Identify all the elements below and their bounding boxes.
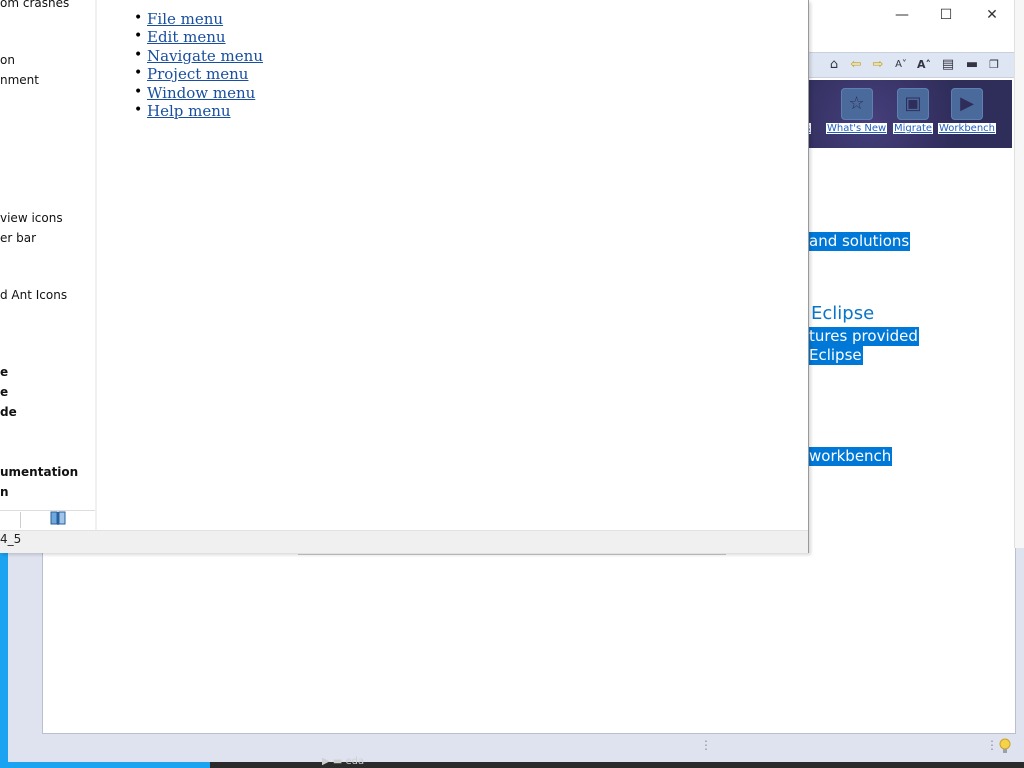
welcome-banner: es ☆ What's New ▣ Migrate ▶ Workbench xyxy=(798,80,1012,148)
toc-item[interactable]: e xyxy=(0,385,8,399)
list-item: Window menu xyxy=(134,84,263,102)
banner-item-workbench[interactable]: ▶ Workbench xyxy=(938,88,996,134)
play-icon: ▶ xyxy=(951,88,983,120)
list-item: File menu xyxy=(134,10,263,28)
toc-item[interactable]: d Ant Icons xyxy=(0,288,67,302)
selected-text-workbench: workbench xyxy=(808,447,893,466)
toc-item[interactable]: er bar xyxy=(0,231,36,245)
workbench-editor-area xyxy=(42,548,1016,734)
minimize-icon[interactable]: — xyxy=(892,6,912,24)
selected-text-eclipse: Eclipse xyxy=(808,346,863,365)
close-icon[interactable]: ✕ xyxy=(982,6,1002,24)
book-icon[interactable] xyxy=(50,511,66,526)
home-icon[interactable]: ⌂ xyxy=(826,57,842,73)
status-text: 4_5 xyxy=(0,532,22,546)
navigate-menu-link[interactable]: Navigate menu xyxy=(147,47,263,65)
toc-item[interactable]: view icons xyxy=(0,211,63,225)
status-bar xyxy=(0,530,808,553)
toc-item[interactable]: e xyxy=(0,365,8,379)
selected-text-features: tures provided xyxy=(808,327,919,346)
toc-item[interactable]: n xyxy=(0,485,9,499)
list-item: Help menu xyxy=(134,102,263,120)
help-window: om crashes on nment view icons er bar d … xyxy=(0,0,809,553)
toggle-toc-icon[interactable]: ▤ xyxy=(940,57,956,73)
editor-strip xyxy=(1014,0,1024,548)
back-icon[interactable]: ⇦ xyxy=(848,57,864,73)
toc-item[interactable]: on xyxy=(0,53,15,67)
status-grip-icon[interactable]: ⋮ xyxy=(986,738,998,758)
toc-item[interactable]: de xyxy=(0,405,17,419)
toc-tab-bar xyxy=(0,510,95,531)
list-item: Edit menu xyxy=(134,28,263,46)
lightbulb-icon[interactable] xyxy=(998,738,1012,756)
list-item: Navigate menu xyxy=(134,47,263,65)
toc-item[interactable]: nment xyxy=(0,73,39,87)
banner-item-migrate[interactable]: ▣ Migrate xyxy=(893,88,934,134)
eclipse-heading: Eclipse xyxy=(811,303,875,324)
menu-link-list: File menu Edit menu Navigate menu Projec… xyxy=(134,10,263,120)
project-menu-link[interactable]: Project menu xyxy=(147,65,248,83)
edit-menu-link[interactable]: Edit menu xyxy=(147,28,226,46)
taskbar-segment xyxy=(0,762,210,768)
suitcase-icon: ▣ xyxy=(897,88,930,120)
star-icon: ☆ xyxy=(840,88,873,120)
tab-separator xyxy=(20,512,21,528)
minimize-view-icon[interactable]: ▬ xyxy=(964,57,980,73)
toc-item[interactable]: om crashes xyxy=(0,0,69,10)
window-menu-link[interactable]: Window menu xyxy=(147,84,255,102)
file-menu-link[interactable]: File menu xyxy=(147,10,223,28)
status-grip-icon[interactable]: ⋮ xyxy=(700,738,712,758)
welcome-toolbar: ⌂ ⇦ ⇨ A˅ A˄ ▤ ▬ ❐ xyxy=(808,52,1014,78)
forward-icon[interactable]: ⇨ xyxy=(870,57,886,73)
taskbar-item-eda[interactable]: ▶ ▬ eda xyxy=(322,756,412,768)
toc-item[interactable]: umentation xyxy=(0,465,78,479)
selected-text-solutions: and solutions xyxy=(808,232,911,251)
banner-item-whats-new[interactable]: ☆ What's New xyxy=(826,88,888,134)
toc-pane: om crashes on nment view icons er bar d … xyxy=(0,0,95,510)
help-menu-link[interactable]: Help menu xyxy=(147,102,231,120)
restore-view-icon[interactable]: ❐ xyxy=(986,57,1002,73)
decrease-font-icon[interactable]: A˅ xyxy=(893,57,909,73)
list-item: Project menu xyxy=(134,65,263,83)
increase-font-icon[interactable]: A˄ xyxy=(916,57,932,73)
window-controls: — ☐ ✕ xyxy=(808,0,1014,30)
maximize-icon[interactable]: ☐ xyxy=(936,6,956,24)
